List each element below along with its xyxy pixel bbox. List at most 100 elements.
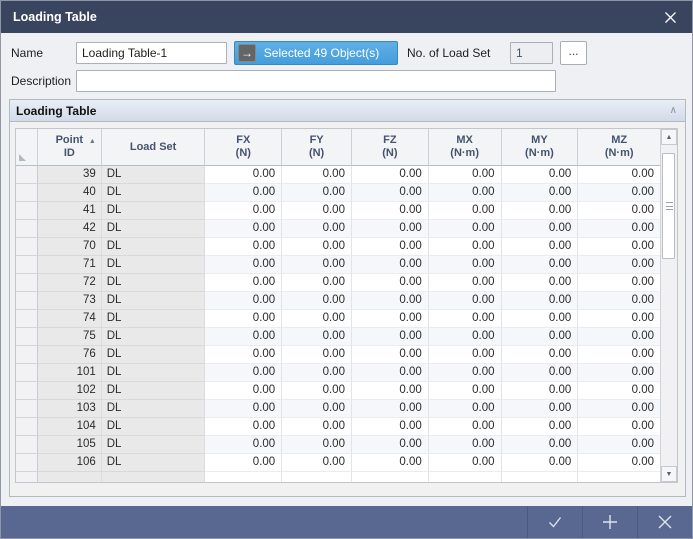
cell-point-id[interactable]: 101	[38, 364, 102, 382]
cell-fy[interactable]: 0.00	[282, 184, 352, 202]
cell-mx[interactable]: 0.00	[429, 328, 502, 346]
row-indicator[interactable]	[16, 184, 38, 202]
cell-load-set[interactable]: DL	[102, 310, 206, 328]
cell-mx[interactable]: 0.00	[429, 400, 502, 418]
row-indicator[interactable]	[16, 274, 38, 292]
cell-fy[interactable]: 0.00	[282, 382, 352, 400]
cell-mx[interactable]: 0.00	[429, 202, 502, 220]
table-row[interactable]: 39DL0.000.000.000.000.000.00	[16, 166, 660, 184]
cell-my[interactable]: 0.00	[502, 310, 579, 328]
cell-mx[interactable]: 0.00	[429, 184, 502, 202]
cell-fz[interactable]: 0.00	[352, 292, 429, 310]
cell-fx[interactable]: 0.00	[205, 346, 282, 364]
cancel-button[interactable]	[637, 506, 692, 538]
cell-point-id[interactable]: 41	[38, 202, 102, 220]
cell-mx[interactable]: 0.00	[429, 256, 502, 274]
table-row[interactable]: 41DL0.000.000.000.000.000.00	[16, 202, 660, 220]
cell-mz[interactable]: 0.00	[578, 364, 660, 382]
close-icon[interactable]	[660, 7, 680, 27]
cell-fx[interactable]: 0.00	[205, 292, 282, 310]
cell-load-set[interactable]: DL	[102, 166, 206, 184]
column-header-mz[interactable]: MZ(N·m)	[578, 129, 660, 166]
row-indicator[interactable]	[16, 328, 38, 346]
cell-mz[interactable]: 0.00	[578, 274, 660, 292]
table-row[interactable]: 40DL0.000.000.000.000.000.00	[16, 184, 660, 202]
cell-fy[interactable]: 0.00	[282, 364, 352, 382]
row-indicator[interactable]	[16, 418, 38, 436]
cell-my[interactable]: 0.00	[502, 238, 579, 256]
scroll-down-icon[interactable]: ▼	[661, 466, 677, 482]
cell-fz[interactable]: 0.00	[352, 364, 429, 382]
cell-mz[interactable]	[578, 472, 660, 482]
table-row[interactable]: 72DL0.000.000.000.000.000.00	[16, 274, 660, 292]
cell-fx[interactable]: 0.00	[205, 274, 282, 292]
cell-point-id[interactable]: 71	[38, 256, 102, 274]
cell-point-id[interactable]: 106	[38, 454, 102, 472]
cell-mz[interactable]: 0.00	[578, 202, 660, 220]
table-row[interactable]: 70DL0.000.000.000.000.000.00	[16, 238, 660, 256]
row-indicator[interactable]	[16, 436, 38, 454]
cell-mz[interactable]: 0.00	[578, 382, 660, 400]
cell-point-id[interactable]	[38, 472, 102, 482]
cell-fy[interactable]: 0.00	[282, 166, 352, 184]
cell-fx[interactable]: 0.00	[205, 364, 282, 382]
table-row[interactable]: 103DL0.000.000.000.000.000.00	[16, 400, 660, 418]
table-row[interactable]: 101DL0.000.000.000.000.000.00	[16, 364, 660, 382]
cell-load-set[interactable]: DL	[102, 418, 206, 436]
scrollbar-thumb[interactable]	[662, 153, 675, 259]
cell-fy[interactable]: 0.00	[282, 418, 352, 436]
cell-my[interactable]: 0.00	[502, 256, 579, 274]
cell-fx[interactable]: 0.00	[205, 436, 282, 454]
scrollbar-track[interactable]	[661, 145, 677, 466]
cell-my[interactable]: 0.00	[502, 202, 579, 220]
cell-fz[interactable]: 0.00	[352, 274, 429, 292]
cell-fy[interactable]: 0.00	[282, 238, 352, 256]
cell-point-id[interactable]: 105	[38, 436, 102, 454]
cell-mx[interactable]: 0.00	[429, 166, 502, 184]
cell-mz[interactable]: 0.00	[578, 454, 660, 472]
cell-fy[interactable]: 0.00	[282, 220, 352, 238]
cell-fy[interactable]: 0.00	[282, 310, 352, 328]
cell-fy[interactable]: 0.00	[282, 274, 352, 292]
table-row[interactable]: 74DL0.000.000.000.000.000.00	[16, 310, 660, 328]
cell-my[interactable]: 0.00	[502, 292, 579, 310]
column-header-load-set[interactable]: Load Set	[102, 129, 206, 166]
cell-mx[interactable]: 0.00	[429, 364, 502, 382]
cell-fx[interactable]: 0.00	[205, 400, 282, 418]
cell-mz[interactable]: 0.00	[578, 418, 660, 436]
cell-mz[interactable]: 0.00	[578, 256, 660, 274]
cell-fy[interactable]: 0.00	[282, 346, 352, 364]
row-indicator[interactable]	[16, 256, 38, 274]
cell-load-set[interactable]: DL	[102, 400, 206, 418]
cell-fy[interactable]: 0.00	[282, 400, 352, 418]
groupbox-header[interactable]: Loading Table ∧	[10, 100, 685, 122]
cell-point-id[interactable]: 42	[38, 220, 102, 238]
cell-mz[interactable]: 0.00	[578, 220, 660, 238]
cell-load-set[interactable]: DL	[102, 274, 206, 292]
cell-mx[interactable]: 0.00	[429, 436, 502, 454]
cell-fz[interactable]: 0.00	[352, 184, 429, 202]
cell-fy[interactable]: 0.00	[282, 256, 352, 274]
cell-load-set[interactable]: DL	[102, 220, 206, 238]
cell-load-set[interactable]	[102, 472, 206, 482]
description-input[interactable]	[76, 70, 556, 92]
cell-fy[interactable]: 0.00	[282, 454, 352, 472]
cell-fx[interactable]: 0.00	[205, 238, 282, 256]
cell-point-id[interactable]: 75	[38, 328, 102, 346]
column-header-fz[interactable]: FZ(N)	[352, 129, 429, 166]
column-header-fy[interactable]: FY(N)	[282, 129, 352, 166]
cell-mx[interactable]: 0.00	[429, 310, 502, 328]
cell-load-set[interactable]: DL	[102, 328, 206, 346]
row-indicator[interactable]	[16, 166, 38, 184]
cell-load-set[interactable]: DL	[102, 238, 206, 256]
row-indicator[interactable]	[16, 400, 38, 418]
cell-mz[interactable]: 0.00	[578, 436, 660, 454]
cell-load-set[interactable]: DL	[102, 202, 206, 220]
cell-my[interactable]: 0.00	[502, 418, 579, 436]
cell-fz[interactable]: 0.00	[352, 418, 429, 436]
cell-my[interactable]: 0.00	[502, 382, 579, 400]
collapse-chevron-icon[interactable]: ∧	[670, 106, 677, 116]
load-set-count-input[interactable]	[510, 42, 553, 64]
cell-point-id[interactable]: 76	[38, 346, 102, 364]
cell-load-set[interactable]: DL	[102, 256, 206, 274]
